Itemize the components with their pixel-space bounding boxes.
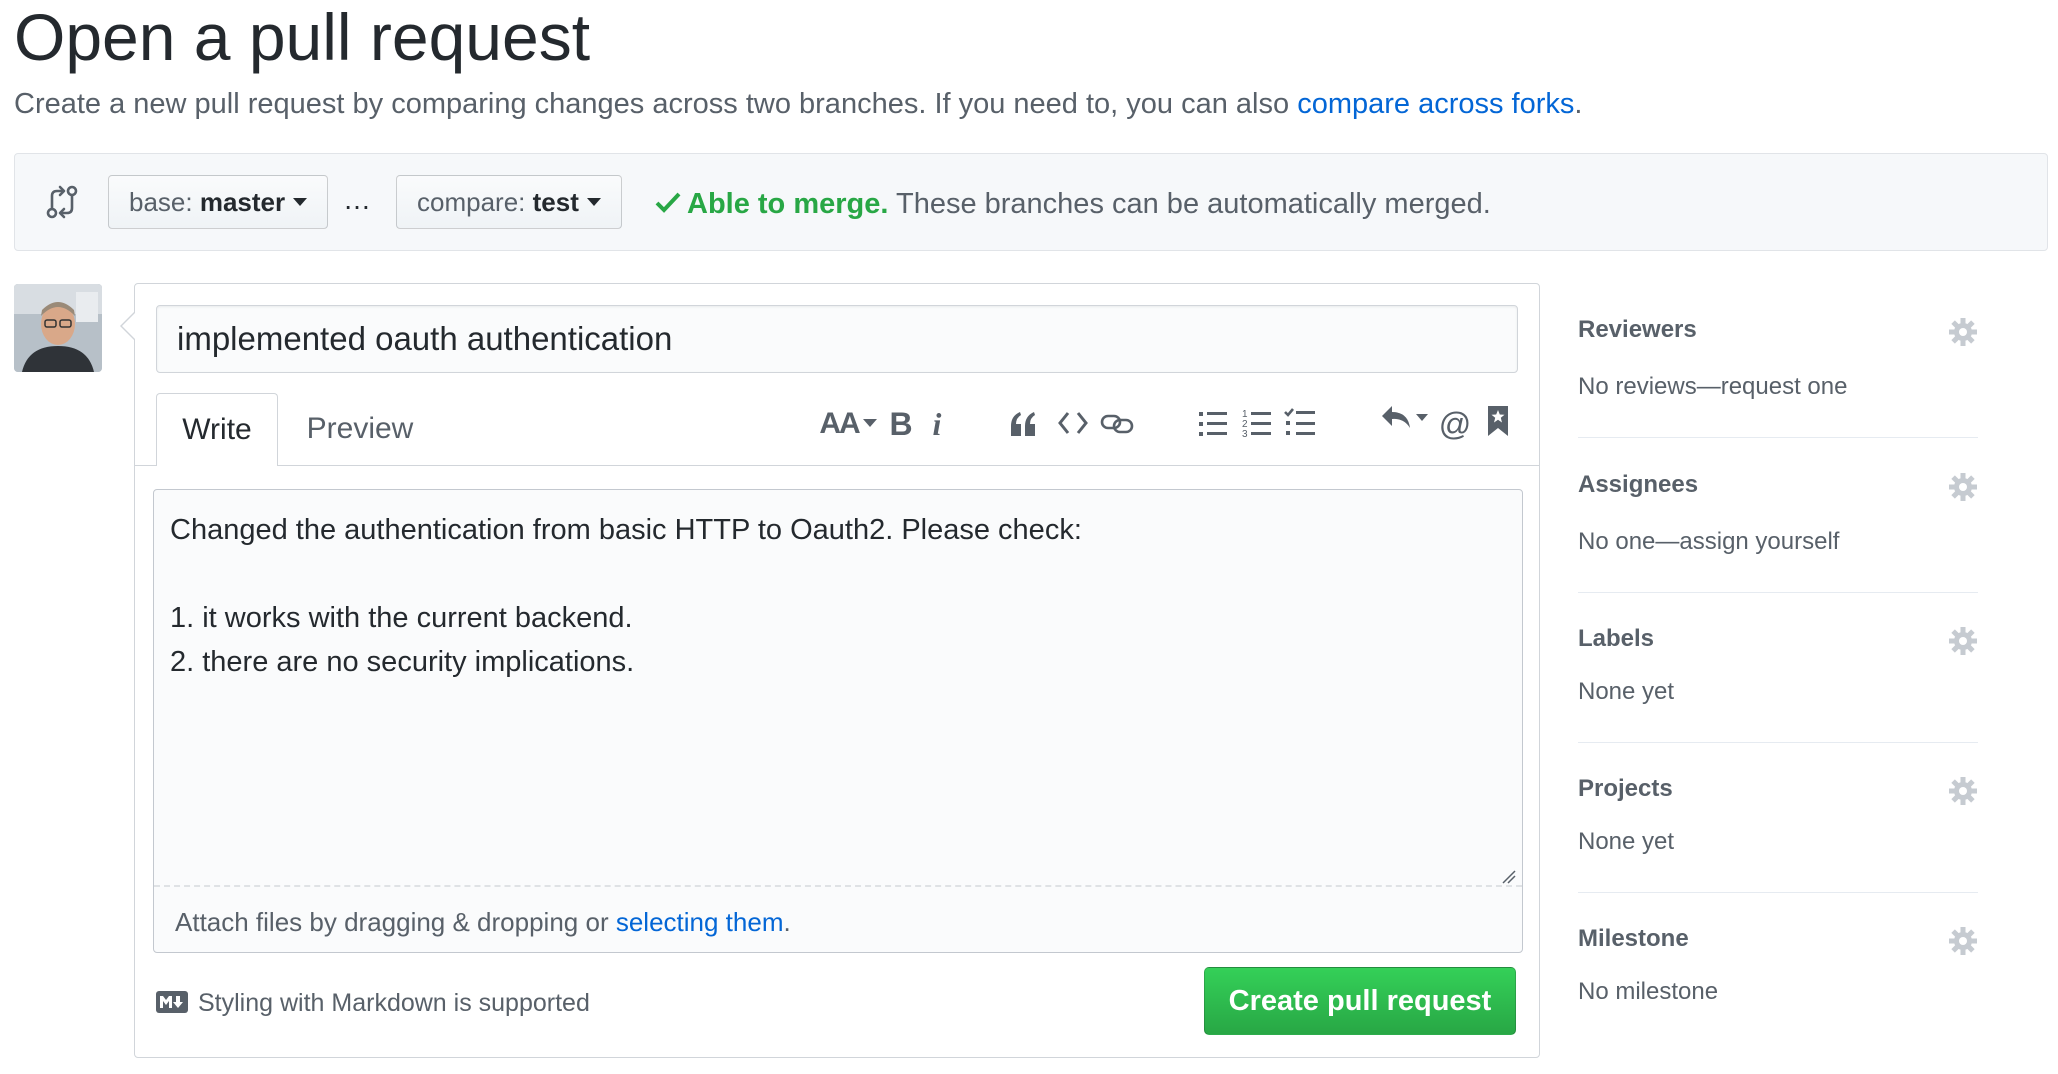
compare-bar: base: master … compare: test Able to mer… xyxy=(14,153,2048,251)
compare-branch-name: test xyxy=(532,187,579,217)
labels-heading: Labels xyxy=(1578,625,1655,652)
comment-body-text: Changed the authentication from basic HT… xyxy=(170,514,1082,678)
title-input[interactable]: implemented oauth authentication xyxy=(156,305,1518,373)
reply-icon[interactable] xyxy=(1380,404,1430,436)
attach-files-hint: Attach files by dragging & dropping or s… xyxy=(175,902,791,942)
branch-separator: … xyxy=(343,184,372,215)
chevron-down-icon xyxy=(293,198,308,207)
reviewers-value[interactable]: No reviews—request one xyxy=(1578,370,1847,404)
unordered-list-icon[interactable] xyxy=(1198,410,1228,438)
markdown-note-text: Styling with Markdown is supported xyxy=(198,989,590,1017)
markdown-icon xyxy=(156,991,188,1014)
tabs-divider xyxy=(135,465,1539,466)
milestone-heading: Milestone xyxy=(1578,925,1689,952)
sidebar-labels: Labels None yet xyxy=(1578,622,1978,743)
svg-text:3: 3 xyxy=(1242,429,1248,438)
mention-icon[interactable]: @ xyxy=(1438,404,1472,444)
check-icon xyxy=(655,192,681,214)
sidebar-projects: Projects None yet xyxy=(1578,772,1978,893)
ordered-list-icon[interactable]: 123 xyxy=(1242,408,1272,438)
subtitle-end: . xyxy=(1574,88,1583,120)
tab-preview[interactable]: Preview xyxy=(290,393,430,465)
page-subtitle: Create a new pull request by comparing c… xyxy=(14,84,1582,124)
subtitle-text: Create a new pull request by comparing c… xyxy=(14,88,1290,120)
gear-icon[interactable] xyxy=(1948,776,1978,806)
gear-icon[interactable] xyxy=(1948,317,1978,347)
sidebar-assignees: Assignees No one—assign yourself xyxy=(1578,468,1978,593)
projects-heading: Projects xyxy=(1578,775,1673,802)
gear-icon[interactable] xyxy=(1948,472,1978,502)
milestone-value: No milestone xyxy=(1578,978,1719,1005)
gear-icon[interactable] xyxy=(1948,626,1978,656)
tab-write[interactable]: Write xyxy=(156,393,278,466)
quote-icon[interactable] xyxy=(1008,410,1038,438)
merge-ok-text: Able to merge. xyxy=(687,188,889,220)
sidebar-milestone: Milestone No milestone xyxy=(1578,922,1978,1022)
attach-text: Attach files by dragging & dropping or xyxy=(175,907,609,937)
gear-icon[interactable] xyxy=(1948,926,1978,956)
projects-value: None yet xyxy=(1578,828,1675,855)
compare-prefix: compare: xyxy=(417,187,526,217)
labels-value: None yet xyxy=(1578,678,1675,705)
discussion-pointer-inner xyxy=(122,313,135,339)
chevron-down-icon xyxy=(586,198,601,207)
avatar[interactable] xyxy=(14,284,102,372)
attach-end: . xyxy=(783,907,791,937)
header-text-icon[interactable]: AA xyxy=(818,404,878,444)
assignees-value[interactable]: No one—assign yourself xyxy=(1578,525,1839,559)
select-files-link[interactable]: selecting them xyxy=(616,907,784,937)
link-icon[interactable] xyxy=(1100,412,1134,436)
bold-icon[interactable]: B xyxy=(886,404,916,444)
attach-divider xyxy=(154,885,1522,887)
chevron-down-icon xyxy=(862,419,877,428)
base-branch-name: master xyxy=(199,187,286,217)
base-branch-select[interactable]: base: master xyxy=(108,175,329,229)
user-photo xyxy=(14,284,102,372)
create-pull-request-button[interactable]: Create pull request xyxy=(1204,967,1516,1035)
assignees-heading: Assignees xyxy=(1578,471,1699,498)
task-list-icon[interactable] xyxy=(1284,406,1316,438)
reviewers-heading: Reviewers xyxy=(1578,316,1697,343)
header-text-glyph: AA xyxy=(819,407,860,440)
compare-branch-select[interactable]: compare: test xyxy=(396,175,622,229)
base-prefix: base: xyxy=(129,187,193,217)
page-title: Open a pull request xyxy=(14,0,591,74)
merge-detail-text: These branches can be automatically merg… xyxy=(895,188,1491,220)
code-icon[interactable] xyxy=(1058,410,1088,436)
bookmark-icon[interactable] xyxy=(1486,404,1510,438)
merge-status: Able to merge. These branches can be aut… xyxy=(655,184,1491,224)
resize-handle-icon[interactable] xyxy=(1502,870,1516,884)
italic-icon[interactable]: i xyxy=(922,404,952,444)
sidebar-reviewers: Reviewers No reviews—request one xyxy=(1578,313,1978,438)
compare-across-forks-link[interactable]: compare across forks xyxy=(1297,88,1574,120)
markdown-note[interactable]: Styling with Markdown is supported xyxy=(156,985,590,1021)
git-compare-icon xyxy=(46,185,78,219)
